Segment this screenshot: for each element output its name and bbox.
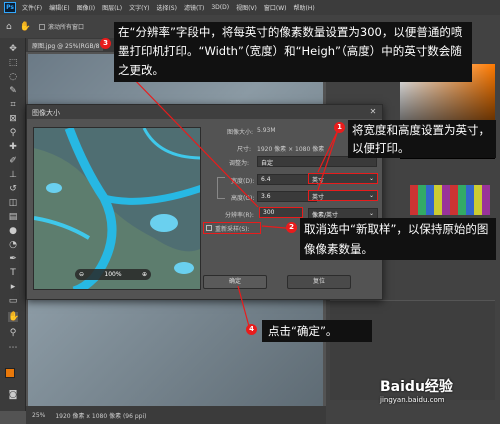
step-badge-4: 4 (246, 324, 257, 335)
callout-step-2: 取消选中“新取样”，以保持原始的图像像素数量。 (300, 218, 496, 260)
step-badge-1: 1 (334, 122, 345, 133)
callout-step-1: 将宽度和高度设置为英寸，以便打印。 (348, 120, 496, 158)
watermark-url: jingyan.baidu.com (380, 396, 445, 404)
callout-step-4: 点击“确定”。 (262, 320, 372, 342)
step-badge-2: 2 (286, 222, 297, 233)
callout-step-3: 在“分辨率”字段中，将每英寸的像素数量设置为300，以便普通的喷墨打印机打印。“… (114, 22, 472, 82)
watermark-brand: Baidu经验 (380, 379, 453, 395)
baidu-watermark: Baidu经验 jingyan.baidu.com (380, 376, 498, 422)
step-badge-3: 3 (100, 38, 111, 49)
